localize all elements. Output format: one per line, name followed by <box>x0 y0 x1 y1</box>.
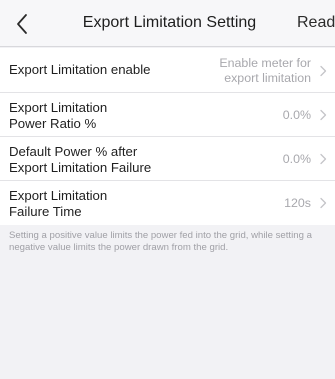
setting-label: Export Limitation enable <box>9 62 151 77</box>
export-limitation-screen: Export Limitation Setting Read Export Li… <box>0 0 335 379</box>
setting-label: Default Power % after Export Limitation … <box>9 144 152 175</box>
setting-value: 0.0% <box>282 108 311 122</box>
setting-value: 0.0% <box>282 152 311 166</box>
setting-value: Enable meter for export limitation <box>219 56 311 85</box>
settings-list: Export Limitation enable Enable meter fo… <box>0 48 335 225</box>
read-button[interactable]: Read <box>297 14 335 32</box>
page-title: Export Limitation Setting <box>82 14 257 31</box>
nav-header: Export Limitation Setting Read <box>0 0 335 47</box>
setting-row-export-limitation-enable[interactable]: Export Limitation enable Enable meter fo… <box>0 48 335 93</box>
setting-value: 120s <box>284 196 311 210</box>
chevron-right-icon <box>319 65 327 77</box>
chevron-right-icon <box>319 109 327 121</box>
setting-row-default-power-after-failure[interactable]: Default Power % after Export Limitation … <box>0 137 335 181</box>
hint-text: Setting a positive value limits the powe… <box>9 230 312 253</box>
setting-row-failure-time[interactable]: Export Limitation Failure Time 120s <box>0 181 335 225</box>
chevron-right-icon <box>319 197 327 209</box>
setting-label: Export Limitation Failure Time <box>9 188 108 219</box>
setting-row-power-ratio[interactable]: Export Limitation Power Ratio % 0.0% <box>0 93 335 137</box>
chevron-right-icon <box>319 153 327 165</box>
setting-label: Export Limitation Power Ratio % <box>9 100 108 131</box>
